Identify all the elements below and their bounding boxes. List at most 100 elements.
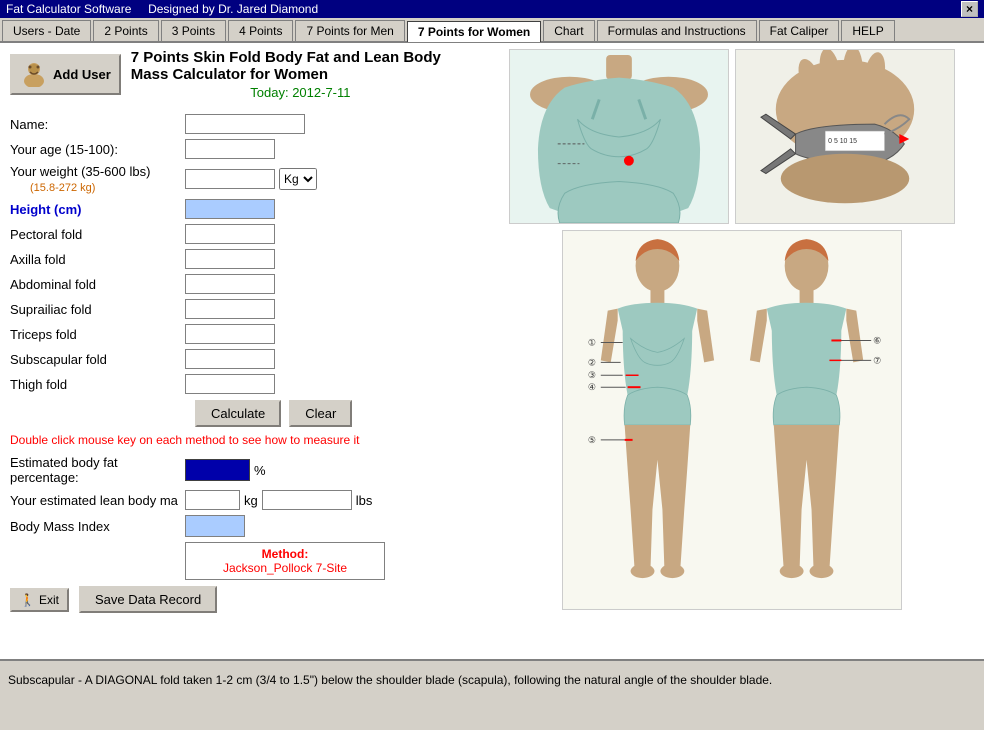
weight-input[interactable]	[185, 169, 275, 189]
caliper-image: 0 5 10 15	[735, 49, 955, 224]
app-name: Fat Calculator Software	[6, 2, 131, 16]
subscapular-label: Subscapular fold	[10, 352, 185, 367]
svg-text:④: ④	[588, 382, 596, 392]
left-panel: Add User 7 Points Skin Fold Body Fat and…	[0, 43, 480, 659]
calc-clear-row: Calculate Clear	[185, 400, 470, 427]
triceps-label: Triceps fold	[10, 327, 185, 342]
body-fat-display	[185, 459, 250, 481]
header-text-block: 7 Points Skin Fold Body Fat and Lean Bod…	[131, 49, 470, 108]
full-body-diagram: ① ② ③ ④ ⑤	[562, 230, 902, 610]
main-content: Add User 7 Points Skin Fold Body Fat and…	[0, 43, 984, 699]
abdominal-row: Abdominal fold	[10, 274, 470, 294]
method-label: Method:	[194, 547, 376, 561]
title-bar-left: Fat Calculator Software Designed by Dr. …	[6, 2, 318, 16]
body-fat-label: Estimated body fat percentage:	[10, 455, 185, 485]
title-bar: Fat Calculator Software Designed by Dr. …	[0, 0, 984, 18]
title-bar-controls: ×	[961, 2, 978, 16]
tab-7-points-women[interactable]: 7 Points for Women	[407, 21, 541, 42]
axilla-row: Axilla fold	[10, 249, 470, 269]
lean-body-row: Your estimated lean body ma kg lbs	[10, 490, 470, 510]
designer-credit: Designed by Dr. Jared Diamond	[148, 2, 318, 16]
pectoral-label: Pectoral fold	[10, 227, 185, 242]
tab-chart[interactable]: Chart	[543, 20, 594, 41]
status-text: Subscapular - A DIAGONAL fold taken 1-2 …	[8, 673, 772, 687]
svg-text:⑤: ⑤	[588, 435, 596, 445]
tab-4-points[interactable]: 4 Points	[228, 20, 293, 41]
axilla-input[interactable]	[185, 249, 275, 269]
nav-bar: Users - Date 2 Points 3 Points 4 Points …	[0, 18, 984, 43]
suprailiac-input[interactable]	[185, 299, 275, 319]
weight-unit-select[interactable]: Kg lbs	[279, 168, 317, 190]
age-input[interactable]	[185, 139, 275, 159]
tab-users-date[interactable]: Users - Date	[2, 20, 91, 41]
front-torso-image	[509, 49, 729, 224]
triceps-input[interactable]	[185, 324, 275, 344]
lean-kg-input[interactable]	[185, 490, 240, 510]
svg-text:③: ③	[588, 370, 596, 380]
page-title: 7 Points Skin Fold Body Fat and Lean Bod…	[131, 49, 470, 83]
height-row: Height (cm)	[10, 199, 470, 219]
height-label: Height (cm)	[10, 202, 185, 217]
tab-fat-caliper[interactable]: Fat Caliper	[759, 20, 840, 41]
exit-button[interactable]: 🚶 Exit	[10, 588, 69, 612]
tab-formulas[interactable]: Formulas and Instructions	[597, 20, 757, 41]
clear-button[interactable]: Clear	[289, 400, 352, 427]
abdominal-input[interactable]	[185, 274, 275, 294]
method-value: Jackson_Pollock 7-Site	[194, 561, 376, 575]
axilla-label: Axilla fold	[10, 252, 185, 267]
tab-7-points-men[interactable]: 7 Points for Men	[295, 20, 404, 41]
weight-label: Your weight (35-600 lbs) (15.8-272 kg)	[10, 164, 185, 194]
thigh-label: Thigh fold	[10, 377, 185, 392]
svg-text:①: ①	[588, 337, 596, 347]
header-row: Add User 7 Points Skin Fold Body Fat and…	[10, 49, 470, 108]
tab-3-points[interactable]: 3 Points	[161, 20, 226, 41]
subscapular-row: Subscapular fold	[10, 349, 470, 369]
status-bar: Subscapular - A DIAGONAL fold taken 1-2 …	[0, 659, 984, 699]
instruction-text: Double click mouse key on each method to…	[10, 433, 470, 447]
today-date: Today: 2012-7-11	[131, 85, 470, 100]
kg-unit: kg	[244, 493, 258, 508]
tab-help[interactable]: HELP	[841, 20, 894, 41]
age-row: Your age (15-100):	[10, 139, 470, 159]
svg-text:0 5 10 15: 0 5 10 15	[828, 138, 857, 145]
bmi-display	[185, 515, 245, 537]
bmi-label: Body Mass Index	[10, 519, 185, 534]
bmi-row: Body Mass Index	[10, 515, 470, 537]
suprailiac-label: Suprailiac fold	[10, 302, 185, 317]
weight-row: Your weight (35-600 lbs) (15.8-272 kg) K…	[10, 164, 470, 194]
action-btn-row: 🚶 Exit Save Data Record	[10, 586, 470, 613]
pectoral-row: Pectoral fold	[10, 224, 470, 244]
exit-icon: 🚶	[20, 593, 35, 607]
thigh-row: Thigh fold	[10, 374, 470, 394]
right-panel: 0 5 10 15	[480, 43, 984, 659]
abdominal-label: Abdominal fold	[10, 277, 185, 292]
add-user-icon	[20, 59, 48, 90]
name-input[interactable]	[185, 114, 305, 134]
close-btn[interactable]: ×	[961, 1, 978, 17]
save-data-record-button[interactable]: Save Data Record	[79, 586, 217, 613]
add-user-button[interactable]: Add User	[10, 54, 121, 95]
lbs-unit: lbs	[356, 493, 373, 508]
lean-body-label: Your estimated lean body ma	[10, 493, 185, 508]
images-top: 0 5 10 15	[509, 49, 955, 224]
content-area: Add User 7 Points Skin Fold Body Fat and…	[0, 43, 984, 659]
pectoral-input[interactable]	[185, 224, 275, 244]
age-label: Your age (15-100):	[10, 142, 185, 157]
name-row: Name:	[10, 114, 470, 134]
name-label: Name:	[10, 117, 185, 132]
subscapular-input[interactable]	[185, 349, 275, 369]
tab-2-points[interactable]: 2 Points	[93, 20, 158, 41]
add-user-label: Add User	[53, 67, 111, 82]
method-box: Method: Jackson_Pollock 7-Site	[185, 542, 385, 580]
calculate-button[interactable]: Calculate	[195, 400, 281, 427]
thigh-input[interactable]	[185, 374, 275, 394]
svg-text:②: ②	[588, 357, 596, 367]
triceps-row: Triceps fold	[10, 324, 470, 344]
exit-label: Exit	[39, 593, 59, 607]
body-fat-row: Estimated body fat percentage: %	[10, 455, 470, 485]
percent-sign: %	[254, 463, 266, 478]
lean-lbs-input[interactable]	[262, 490, 352, 510]
fields-section: Name: Your age (15-100): Your weight (35…	[10, 114, 470, 394]
height-input[interactable]	[185, 199, 275, 219]
svg-text:⑦: ⑦	[873, 355, 881, 365]
